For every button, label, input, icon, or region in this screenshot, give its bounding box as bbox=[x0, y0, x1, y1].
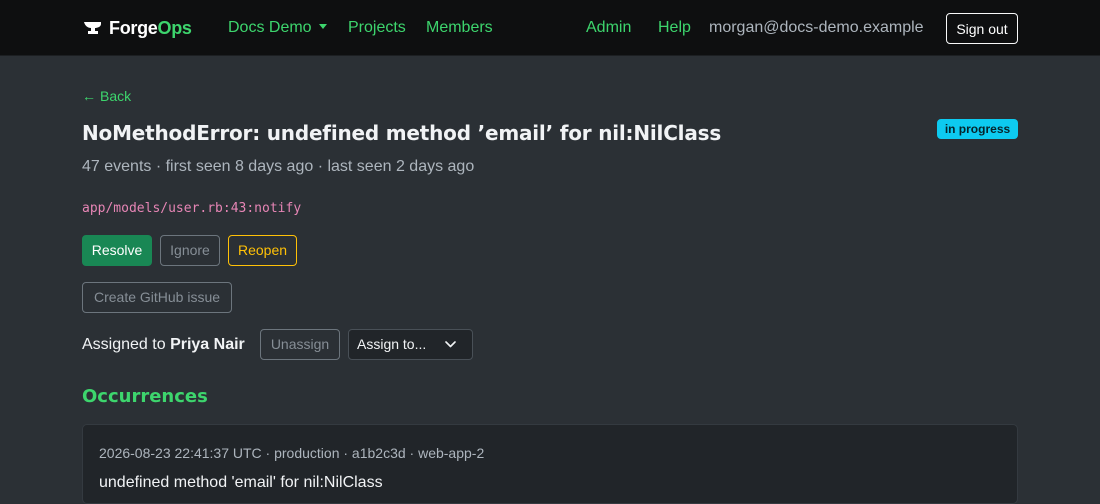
assign-to-label: Assign to... bbox=[357, 336, 427, 352]
page-title: NoMethodError: undefined method ’email’ … bbox=[82, 121, 722, 145]
status-badge: in progress bbox=[937, 119, 1018, 139]
brand-name-forge: Forge bbox=[109, 17, 158, 38]
brand-name-ops: Ops bbox=[157, 17, 192, 38]
top-navbar: Forge Ops Docs Demo Projects Members Admi… bbox=[0, 0, 1100, 56]
assign-to-select[interactable]: Assign to... bbox=[348, 329, 473, 360]
nav-link-members[interactable]: Members bbox=[426, 18, 493, 38]
nav-link-admin[interactable]: Admin bbox=[586, 18, 631, 38]
arrow-left-icon: ← bbox=[82, 88, 96, 104]
issue-meta: 47 events · first seen 8 days ago · last… bbox=[82, 158, 475, 175]
workspace-dropdown[interactable]: Docs Demo bbox=[228, 18, 327, 38]
occurrences-heading: Occurrences bbox=[82, 386, 208, 407]
nav-link-help[interactable]: Help bbox=[658, 18, 691, 38]
anvil-icon bbox=[84, 22, 101, 34]
assigned-prefix: Assigned to bbox=[82, 336, 166, 353]
assignment-label: Assigned to Priya Nair bbox=[82, 335, 245, 355]
create-github-issue-button[interactable]: Create GitHub issue bbox=[82, 282, 232, 313]
back-label: Back bbox=[100, 88, 132, 104]
caret-down-icon bbox=[318, 24, 327, 29]
workspace-label: Docs Demo bbox=[228, 19, 312, 36]
brand-logo[interactable]: Forge Ops bbox=[84, 17, 192, 39]
reopen-button[interactable]: Reopen bbox=[228, 235, 297, 266]
back-link[interactable]: ← Back bbox=[82, 87, 131, 105]
resolve-button[interactable]: Resolve bbox=[82, 235, 152, 266]
unassign-button[interactable]: Unassign bbox=[260, 329, 340, 360]
sign-out-button[interactable]: Sign out bbox=[946, 13, 1018, 44]
occurrence-card[interactable]: 2026-08-23 22:41:37 UTC · production · a… bbox=[82, 424, 1018, 504]
nav-link-projects[interactable]: Projects bbox=[348, 18, 406, 38]
occurrence-meta: 2026-08-23 22:41:37 UTC · production · a… bbox=[99, 445, 485, 461]
ignore-button[interactable]: Ignore bbox=[160, 235, 220, 266]
user-email: morgan@docs-demo.example bbox=[709, 19, 924, 36]
occurrence-message: undefined method 'email' for nil:NilClas… bbox=[99, 474, 383, 491]
chevron-down-icon bbox=[445, 341, 456, 348]
code-location: app/models/user.rb:43:notify bbox=[82, 201, 302, 216]
assignee-name: Priya Nair bbox=[170, 336, 245, 353]
